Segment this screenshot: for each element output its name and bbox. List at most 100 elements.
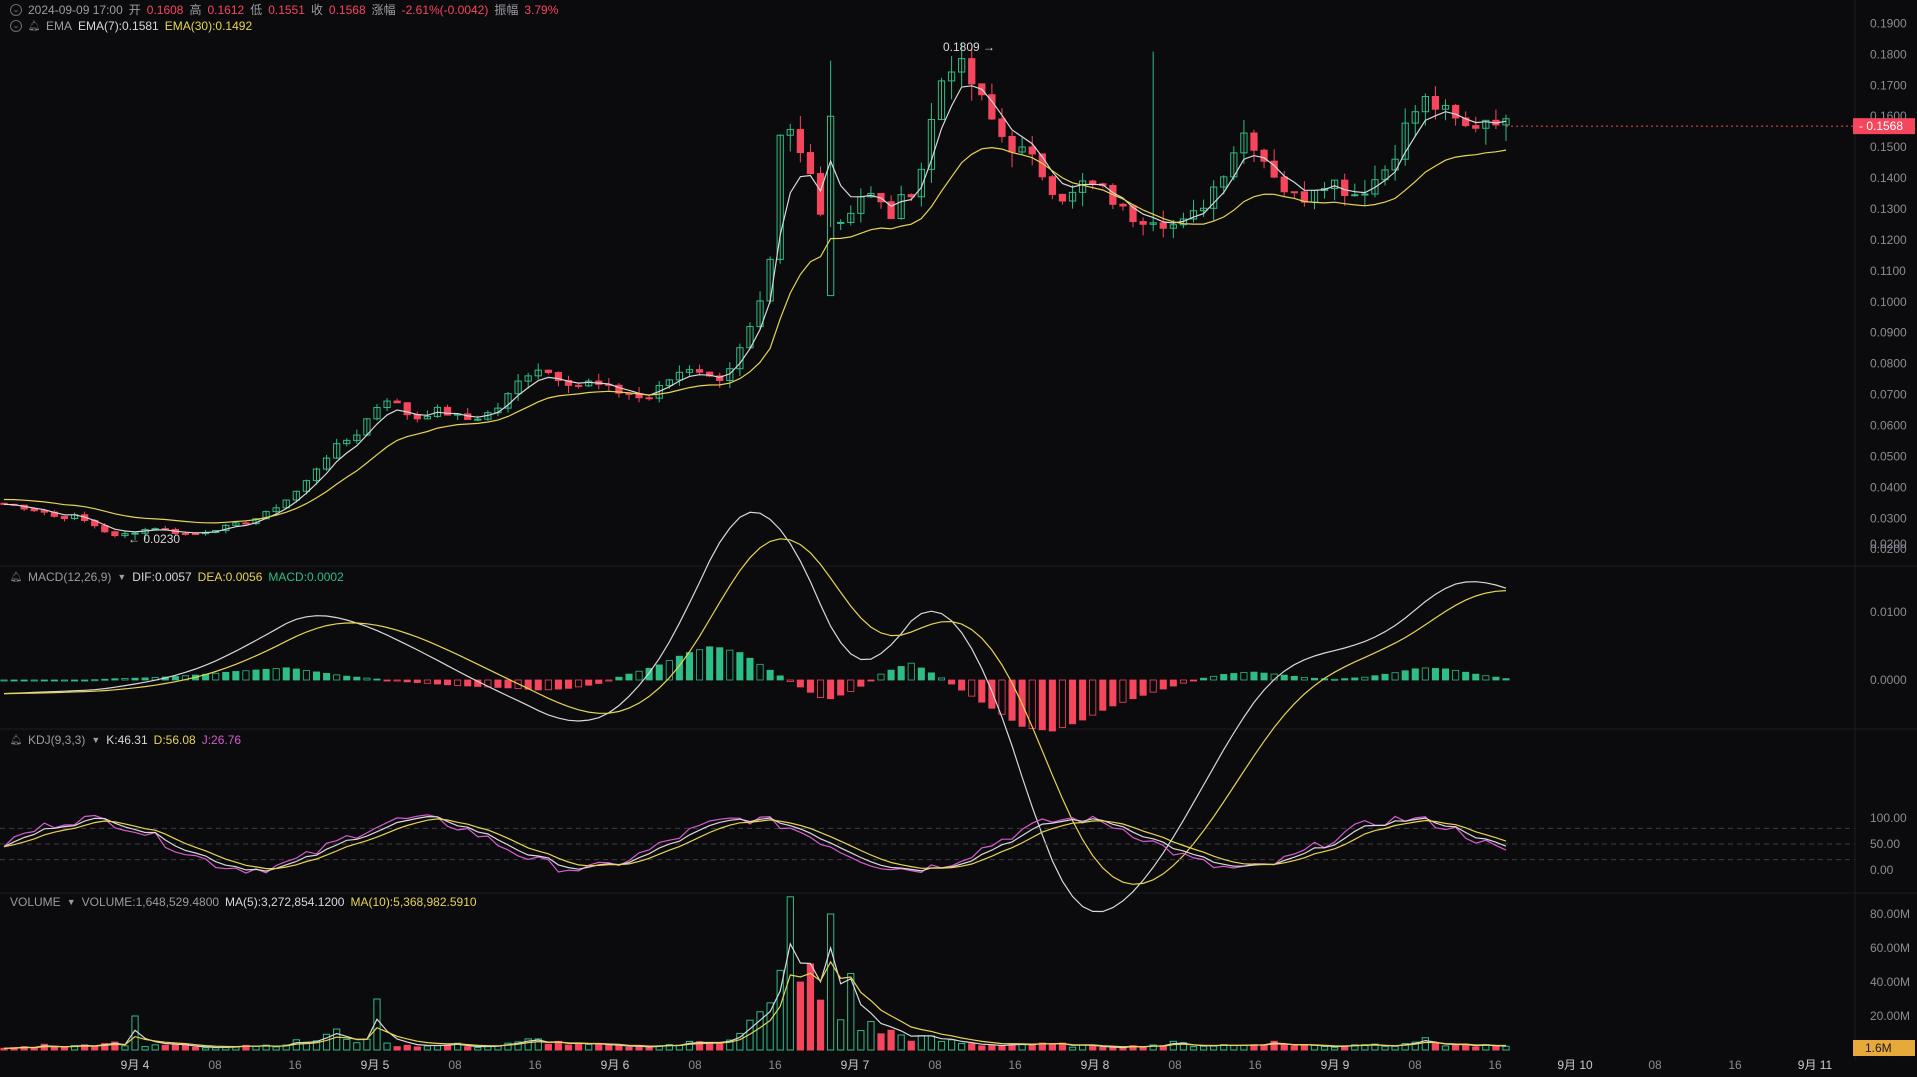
trading-chart[interactable]: 0.19000.18000.17000.16000.15000.14000.13… (0, 0, 1917, 1077)
volume-name[interactable]: VOLUME (10, 895, 61, 909)
macd-bar (696, 649, 704, 681)
volume-bar (897, 1034, 905, 1051)
time-axis-tick: 16 (288, 1058, 302, 1072)
bell-icon[interactable]: 🔔︎ (10, 571, 23, 583)
macd-bar (333, 674, 341, 681)
volume-bar (423, 1045, 432, 1051)
macd-bar (988, 679, 996, 709)
macd-bar (927, 672, 935, 681)
volume-ma10-line (3, 960, 1507, 1049)
macd-histogram (0, 646, 1510, 732)
collapse-chevron-icon[interactable]: ⌄ (10, 20, 22, 32)
time-axis-tick: 9月 5 (361, 1058, 390, 1072)
candle-body (111, 531, 119, 537)
high-value: 0.1612 (207, 2, 245, 17)
candle-body (1028, 146, 1036, 155)
volume-bar (171, 1044, 179, 1051)
macd-bar (1099, 679, 1107, 711)
macd-bar (30, 679, 38, 682)
macd-bar (635, 670, 643, 681)
time-axis-tick: 9月 7 (841, 1058, 870, 1072)
volume-bar (605, 1044, 613, 1051)
macd-bar (1260, 672, 1268, 681)
volume-bar (1451, 1044, 1460, 1051)
candle-body (191, 533, 200, 536)
volume-bar (867, 1020, 875, 1051)
macd-bar (282, 667, 290, 681)
time-axis-tick: 9月 8 (1081, 1058, 1110, 1072)
volume-bar (917, 1035, 925, 1051)
d-value: D:56.08 (153, 733, 196, 747)
dropdown-caret-icon[interactable]: ▼ (67, 897, 76, 907)
macd-bar (746, 657, 754, 681)
volume-bar (201, 1047, 210, 1051)
volume-bar (625, 1046, 633, 1051)
time-axis-tick: 9月 4 (121, 1058, 150, 1072)
open-value: 0.1608 (146, 2, 184, 17)
macd-bar (302, 670, 310, 681)
dropdown-caret-icon[interactable]: ▼ (91, 735, 100, 745)
volume-bar (1119, 1047, 1127, 1051)
ema30-line (3, 146, 1507, 524)
volume-bar (1421, 1037, 1429, 1051)
dropdown-caret-icon[interactable]: ▼ (117, 572, 126, 582)
macd-bar (1250, 671, 1258, 681)
macd-bar (1341, 678, 1349, 681)
macd-bar (756, 663, 764, 681)
macd-bar (554, 679, 562, 690)
volume-bar (786, 896, 794, 1051)
macd-bar (1482, 675, 1490, 681)
kdj-name[interactable]: KDJ(9,3,3) (28, 733, 85, 747)
macd-name[interactable]: MACD(12,26,9) (28, 570, 111, 584)
volume-legend: VOLUME ▼ VOLUME:1,648,529.4800 MA(5):3,2… (10, 895, 477, 909)
bell-icon[interactable]: 🔔︎ (28, 20, 41, 32)
dif-value: DIF:0.0057 (132, 570, 192, 584)
volume-bar (907, 1040, 915, 1051)
candle-body (1139, 221, 1147, 225)
close-label: 收 (310, 3, 323, 17)
macd-bar (1179, 679, 1187, 684)
macd-bar (1391, 672, 1399, 681)
macd-bar (685, 652, 694, 681)
volume-ma5-value: MA(5):3,272,854.1200 (225, 895, 345, 909)
volume-bar (1472, 1046, 1480, 1051)
macd-bar (60, 679, 69, 682)
header-datetime: 2024-09-09 17:00 (28, 2, 123, 17)
macd-bar (816, 679, 825, 698)
macd-bar (141, 677, 149, 681)
current-volume-label: 1.6M (1865, 1041, 1892, 1055)
candle-body (60, 515, 69, 520)
volume-bar (806, 963, 815, 1051)
volume-ma10-value: MA(10):5,368,982.5910 (350, 895, 477, 909)
volume-bar (1189, 1046, 1198, 1051)
macd-bar (1159, 679, 1167, 690)
price-axis-tick: 0.1900 (1870, 16, 1907, 30)
time-axis-tick: 08 (1168, 1058, 1182, 1072)
time-axis-tick: 9月 10 (1557, 1058, 1593, 1072)
volume-bar (1492, 1045, 1500, 1051)
macd-bar (1492, 676, 1500, 681)
kdj-axis-tick: 100.00 (1870, 811, 1907, 825)
candle-body (1008, 135, 1016, 153)
price-axis-tick: 0.1000 (1870, 295, 1907, 309)
kdj-axis-tick: 50.00 (1870, 837, 1900, 851)
candle-body (1250, 132, 1258, 151)
bell-icon[interactable]: 🔔︎ (10, 734, 23, 746)
macd-bar (1169, 679, 1177, 687)
macd-bar (1119, 679, 1127, 703)
volume-bar (1331, 1046, 1339, 1051)
candle-body (1058, 193, 1067, 202)
macd-bar (1462, 671, 1470, 681)
volume-bar (1381, 1045, 1389, 1051)
macd-bar (1371, 675, 1379, 681)
collapse-chevron-icon[interactable]: ⌄ (10, 3, 22, 16)
volume-bars (0, 896, 1510, 1051)
candle-body (474, 418, 482, 421)
current-price-label: - 0.1568 (1859, 119, 1903, 133)
ema-name[interactable]: EMA (46, 19, 72, 33)
macd-bar (353, 676, 361, 681)
time-axis-tick: 16 (1248, 1058, 1262, 1072)
volume-bar (1431, 1043, 1440, 1051)
macd-bar (1079, 679, 1087, 721)
volume-bar (1391, 1045, 1399, 1051)
